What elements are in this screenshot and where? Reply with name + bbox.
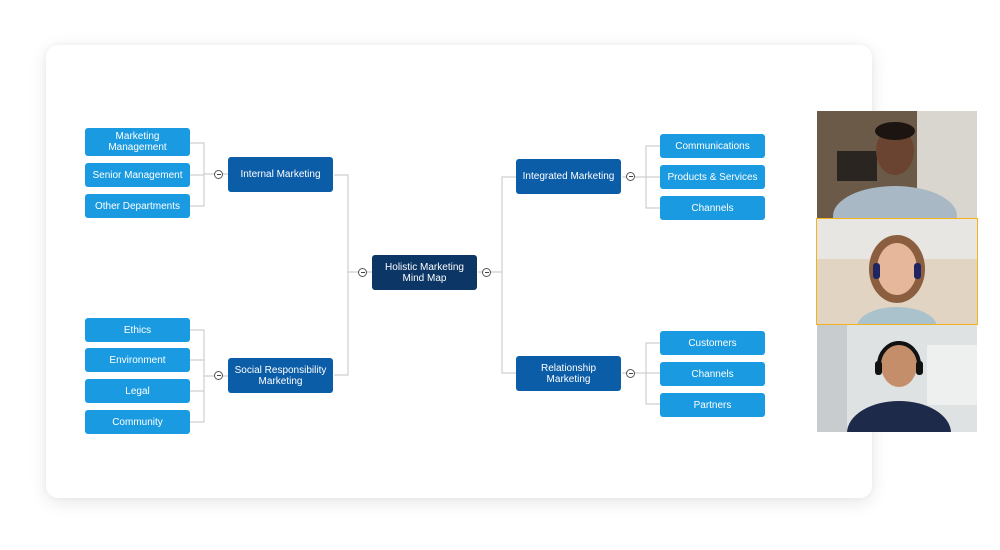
connector-line [501, 272, 516, 374]
collapse-left-toggle-icon[interactable] [358, 268, 367, 277]
branch-social-responsibility[interactable]: Social Responsibility Marketing [228, 358, 333, 393]
leaf-label: Ethics [123, 324, 152, 336]
connector-line [478, 176, 516, 273]
branch-label: Relationship Marketing [540, 362, 597, 385]
branch-internal-marketing[interactable]: Internal Marketing [228, 157, 333, 192]
leaf-environment[interactable]: Environment [85, 348, 190, 372]
leaf-partners[interactable]: Partners [660, 393, 765, 417]
root-node[interactable]: Holistic Marketing Mind Map [372, 255, 477, 290]
leaf-label: Legal [125, 385, 150, 397]
collapse-right-toggle-icon[interactable] [482, 268, 491, 277]
leaf-label: Marketing Management [108, 131, 167, 153]
leaf-channels-2[interactable]: Channels [660, 362, 765, 386]
connector-line [334, 174, 372, 273]
leaf-label: Senior Management [92, 169, 183, 181]
participant-avatar [817, 325, 977, 432]
branch-label: Internal Marketing [240, 169, 321, 180]
leaf-label: Products & Services [667, 171, 758, 183]
leaf-communications[interactable]: Communications [660, 134, 765, 158]
branch-integrated-marketing[interactable]: Integrated Marketing [516, 159, 621, 194]
leaf-products-services[interactable]: Products & Services [660, 165, 765, 189]
leaf-label: Customers [688, 337, 737, 349]
video-tile-participant-2-active[interactable] [816, 218, 978, 325]
connector-line [334, 272, 349, 376]
collapse-toggle-icon[interactable] [626, 172, 635, 181]
branch-label: Integrated Marketing [522, 171, 615, 182]
leaf-label: Partners [693, 399, 732, 411]
root-node-label: Holistic Marketing Mind Map [385, 261, 464, 284]
participant-avatar [817, 219, 977, 324]
video-tile-participant-1[interactable] [817, 111, 977, 218]
participant-avatar [817, 111, 977, 218]
leaf-other-departments[interactable]: Other Departments [85, 194, 190, 218]
branch-relationship-marketing[interactable]: Relationship Marketing [516, 356, 621, 391]
leaf-senior-management[interactable]: Senior Management [85, 163, 190, 187]
leaf-label: Communications [675, 140, 750, 152]
collapse-toggle-icon[interactable] [626, 369, 635, 378]
video-tile-participant-3[interactable] [817, 325, 977, 432]
collapse-toggle-icon[interactable] [214, 170, 223, 179]
branch-label: Social Responsibility Marketing [234, 364, 327, 387]
leaf-label: Environment [109, 354, 166, 366]
leaf-channels[interactable]: Channels [660, 196, 765, 220]
leaf-label: Community [112, 416, 163, 428]
leaf-label: Other Departments [94, 200, 181, 212]
leaf-ethics[interactable]: Ethics [85, 318, 190, 342]
leaf-marketing-management[interactable]: Marketing Management [85, 128, 190, 156]
leaf-label: Channels [691, 202, 734, 214]
collapse-toggle-icon[interactable] [214, 371, 223, 380]
leaf-label: Channels [691, 368, 734, 380]
leaf-community[interactable]: Community [85, 410, 190, 434]
leaf-legal[interactable]: Legal [85, 379, 190, 403]
leaf-customers[interactable]: Customers [660, 331, 765, 355]
